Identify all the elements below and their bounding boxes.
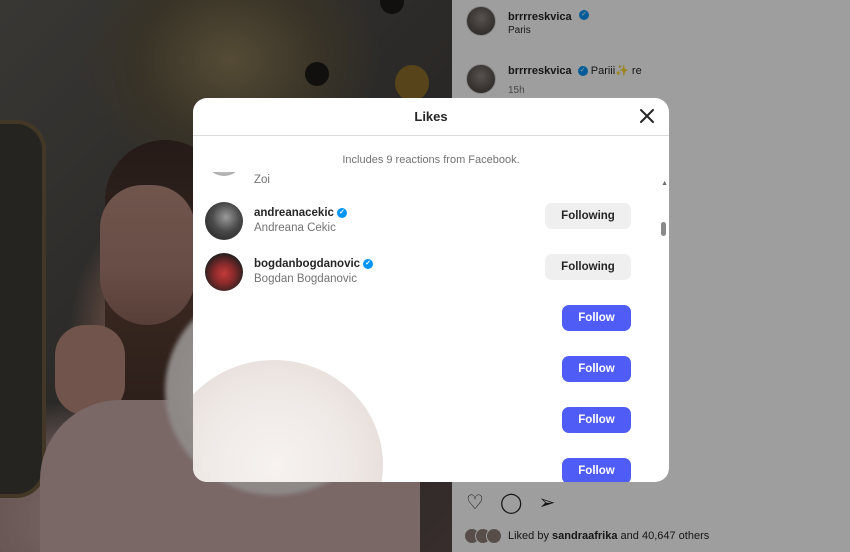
scrollbar-thumb[interactable] — [661, 222, 666, 236]
user-handle[interactable]: bogdanbogdanovic — [254, 258, 360, 270]
list-item: Zoi — [205, 172, 645, 186]
following-button[interactable]: Following — [545, 254, 631, 280]
modal-title: Likes — [414, 109, 448, 124]
likes-list[interactable]: Zoi andreanacekic ✓ Andreana Cekic Follo… — [193, 172, 669, 482]
avatar[interactable] — [205, 172, 243, 176]
list-item: andreanacekic ✓ Andreana Cekic Following — [205, 202, 645, 242]
verified-badge-icon: ✓ — [363, 259, 374, 269]
verified-badge-icon: ✓ — [336, 208, 347, 218]
scroll-up-arrow-icon[interactable]: ▲ — [661, 180, 668, 187]
modal-header: Likes — [193, 98, 669, 136]
follow-button[interactable]: Follow — [562, 356, 631, 382]
user-handle[interactable]: andreanacekic — [254, 207, 334, 219]
avatar[interactable] — [205, 253, 243, 291]
user-fullname: Bogdan Bogdanovic — [254, 273, 357, 285]
list-item: Follow — [205, 304, 645, 344]
follow-button[interactable]: Follow — [562, 458, 631, 482]
follow-button[interactable]: Follow — [562, 305, 631, 331]
close-icon — [640, 109, 654, 123]
likes-modal: Likes Includes 9 reactions from Facebook… — [193, 98, 669, 482]
close-button[interactable] — [635, 104, 659, 128]
reactions-note: Includes 9 reactions from Facebook. — [342, 154, 520, 166]
following-button[interactable]: Following — [545, 203, 631, 229]
list-item: bogdanbogdanovic ✓ Bogdan Bogdanovic Fol… — [205, 253, 645, 293]
avatar[interactable] — [205, 202, 243, 240]
follow-button[interactable]: Follow — [562, 407, 631, 433]
user-fullname: Andreana Cekic — [254, 222, 336, 234]
user-fullname: Zoi — [254, 174, 270, 186]
